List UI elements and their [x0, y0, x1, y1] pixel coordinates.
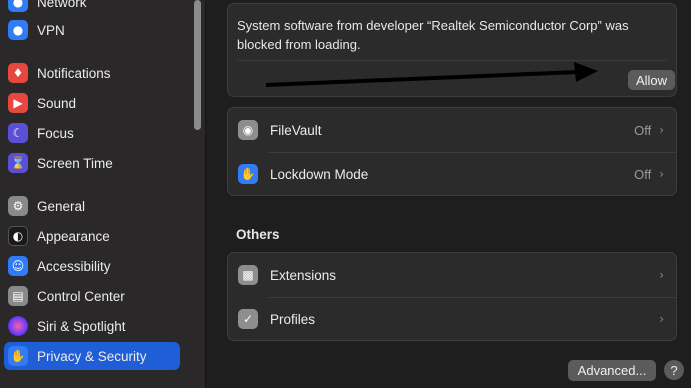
sidebar-scrollbar[interactable]: [194, 0, 201, 130]
sidebar-item-label: Sound: [37, 95, 77, 111]
sidebar-item-sound[interactable]: ▶ Sound: [4, 89, 180, 117]
siri-icon: [8, 316, 28, 336]
control-center-icon: ▤: [8, 286, 28, 306]
puzzle-icon: ▩: [238, 265, 258, 285]
security-settings-card: ◉ FileVault Off › ✋ Lockdown Mode Off ›: [227, 107, 677, 196]
sidebar-item-screen-time[interactable]: ⌛ Screen Time: [4, 149, 180, 177]
sidebar-item-siri-spotlight[interactable]: Siri & Spotlight: [4, 312, 180, 340]
chevron-right-icon: ›: [659, 312, 664, 326]
extensions-row[interactable]: ▩ Extensions ›: [228, 253, 676, 297]
sidebar-item-vpn[interactable]: ● VPN: [4, 16, 180, 44]
main-content: System software from developer “Realtek …: [206, 0, 691, 388]
appearance-icon: ◐: [8, 226, 28, 246]
accessibility-icon: ☺: [8, 256, 28, 276]
sidebar-item-label: Notifications: [37, 65, 111, 81]
divider: [237, 60, 667, 61]
help-button[interactable]: ?: [664, 360, 684, 380]
badge-check-icon: ✓: [238, 309, 258, 329]
lockdown-mode-label: Lockdown Mode: [270, 166, 369, 182]
lockdown-mode-status: Off: [634, 166, 652, 182]
hand-icon: ✋: [8, 346, 28, 366]
speaker-icon: ▶: [8, 93, 28, 113]
sidebar-item-appearance[interactable]: ◐ Appearance: [4, 222, 180, 250]
filevault-row[interactable]: ◉ FileVault Off ›: [228, 108, 676, 152]
sidebar-item-label: Network: [37, 0, 87, 10]
sidebar-item-label: General: [37, 198, 86, 214]
sidebar-item-privacy-security[interactable]: ✋ Privacy & Security: [4, 342, 180, 370]
others-section-title: Others: [236, 227, 280, 242]
allow-button[interactable]: Allow: [628, 70, 675, 90]
sidebar-item-label: Privacy & Security: [37, 348, 147, 364]
gear-icon: ⚙: [8, 196, 28, 216]
sidebar-item-notifications[interactable]: ♦ Notifications: [4, 59, 180, 87]
moon-icon: ☾: [8, 123, 28, 143]
hand-icon: ✋: [238, 164, 258, 184]
chevron-right-icon: ›: [659, 123, 664, 137]
globe-icon: ●: [8, 0, 28, 12]
filevault-label: FileVault: [270, 122, 322, 138]
others-card: ▩ Extensions › ✓ Profiles ›: [227, 252, 677, 341]
advanced-button[interactable]: Advanced...: [568, 360, 656, 381]
blocked-software-card: System software from developer “Realtek …: [227, 3, 677, 97]
sidebar-item-label: Control Center: [37, 288, 125, 304]
hourglass-icon: ⌛: [8, 153, 28, 173]
sidebar-item-accessibility[interactable]: ☺ Accessibility: [4, 252, 180, 280]
extensions-label: Extensions: [270, 267, 337, 283]
bell-icon: ♦: [8, 63, 28, 83]
sidebar-item-label: Focus: [37, 125, 74, 141]
sidebar-item-label: VPN: [37, 22, 65, 38]
globe-icon: ●: [8, 20, 28, 40]
sidebar-item-label: Screen Time: [37, 155, 113, 171]
filevault-status: Off: [634, 122, 652, 138]
blocked-software-message: System software from developer “Realtek …: [237, 18, 629, 52]
sidebar-item-label: Appearance: [37, 228, 110, 244]
sidebar-item-network[interactable]: ● Network: [4, 0, 180, 16]
profiles-label: Profiles: [270, 311, 316, 327]
lockdown-mode-row[interactable]: ✋ Lockdown Mode Off ›: [228, 152, 676, 196]
chevron-right-icon: ›: [659, 268, 664, 282]
lock-icon: ◉: [238, 120, 258, 140]
sidebar: ● Network ● VPN ♦ Notifications ▶ Sound …: [0, 0, 206, 388]
sidebar-item-focus[interactable]: ☾ Focus: [4, 119, 180, 147]
profiles-row[interactable]: ✓ Profiles ›: [228, 297, 676, 341]
sidebar-item-label: Siri & Spotlight: [37, 318, 126, 334]
sidebar-item-label: Accessibility: [37, 258, 111, 274]
sidebar-item-control-center[interactable]: ▤ Control Center: [4, 282, 180, 310]
sidebar-item-general[interactable]: ⚙ General: [4, 192, 180, 220]
chevron-right-icon: ›: [659, 167, 664, 181]
